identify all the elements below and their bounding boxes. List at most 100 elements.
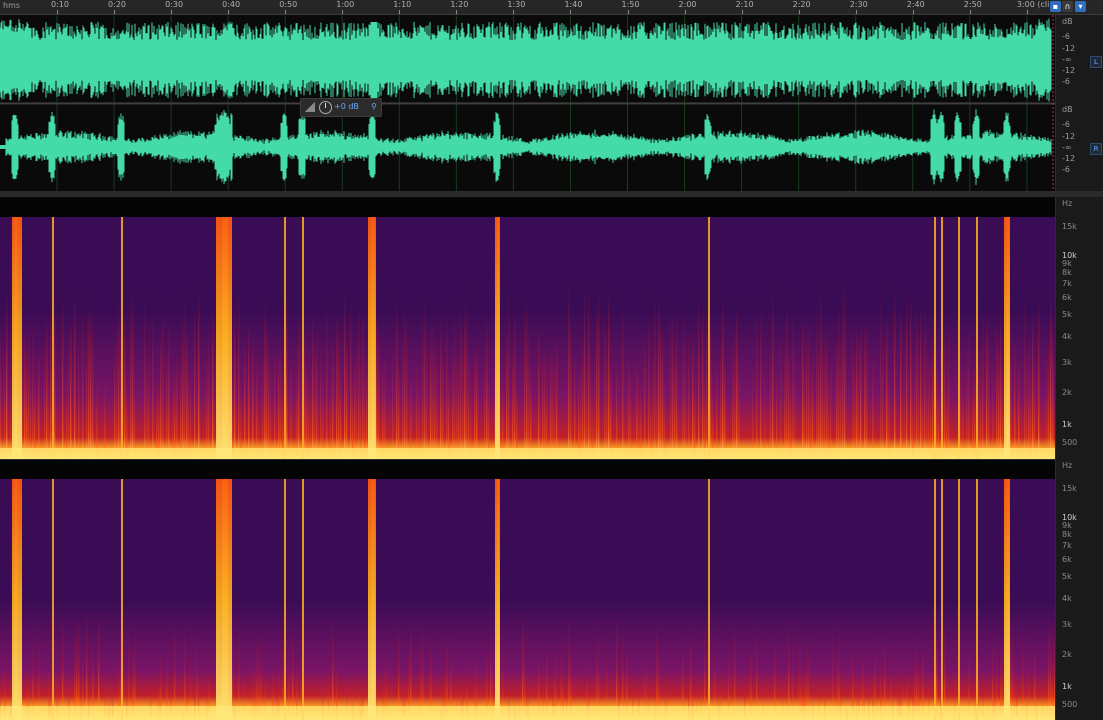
- spectrogram-streak: [350, 299, 352, 462]
- headphones-icon[interactable]: ∩: [1062, 1, 1073, 12]
- spectrogram-streak: [286, 296, 288, 462]
- spectrogram-streak: [326, 300, 328, 462]
- spectrogram-streak: [522, 609, 524, 720]
- spectrogram-right-channel[interactable]: [0, 479, 1055, 720]
- spectrogram-streak: [118, 298, 120, 462]
- spectrogram-streak: [406, 318, 408, 462]
- hz-label: 5k: [1062, 572, 1072, 581]
- spectrogram-streak: [376, 311, 378, 462]
- spectrogram-streak: [176, 350, 178, 462]
- spectrogram-streak: [28, 321, 30, 462]
- hz-label: 4k: [1062, 594, 1072, 603]
- hz-label: 7k: [1062, 279, 1072, 288]
- spectrogram-streak: [978, 343, 980, 462]
- volume-bars-icon: [305, 102, 315, 112]
- db-label: -12: [1062, 66, 1076, 75]
- gain-knob[interactable]: [319, 101, 332, 114]
- marker-icon[interactable]: ▾: [1075, 1, 1086, 12]
- channel-badge-right[interactable]: R: [1090, 143, 1102, 155]
- db-label: -6: [1062, 77, 1070, 86]
- ruler-tick-label: 1:40: [564, 0, 583, 9]
- spectrogram-streak: [194, 303, 196, 462]
- spectrogram-streak: [268, 334, 270, 462]
- loop-icon[interactable]: ▪: [1050, 1, 1061, 12]
- ruler-tick-label: 2:10: [735, 0, 754, 9]
- spectrogram-streak: [1024, 285, 1026, 462]
- hz-label: 1k: [1062, 420, 1072, 429]
- spectrogram-streak: [682, 330, 684, 462]
- spectrogram-streak: [830, 352, 832, 462]
- spectrogram-streak: [238, 616, 240, 720]
- spectrogram-streak: [882, 323, 884, 462]
- hz-unit-label: Hz: [1062, 461, 1073, 470]
- spectrogram-streak: [86, 609, 88, 720]
- spectrogram-burst: [1004, 217, 1010, 462]
- ruler-tick-mark: [798, 10, 800, 14]
- spectrogram-streak: [32, 322, 34, 462]
- ruler-tick-mark: [741, 10, 743, 14]
- ruler-tick-label: 2:40: [906, 0, 925, 9]
- spectrogram-streak: [910, 291, 912, 462]
- spectrogram-streak: [1000, 311, 1002, 462]
- spectrogram-streak: [826, 326, 828, 462]
- spectrogram-streak: [396, 293, 398, 462]
- spectrogram-streak: [858, 333, 860, 462]
- channel-badge-left[interactable]: L: [1090, 56, 1102, 68]
- hz-label: 9k: [1062, 521, 1072, 530]
- ruler-tick-label: 0:10: [51, 0, 69, 9]
- spectrogram-streak: [716, 355, 718, 462]
- waveform-panel[interactable]: [0, 15, 1055, 191]
- spectrogram-streak: [440, 321, 442, 462]
- spectrogram-streak: [212, 307, 214, 462]
- spectrogram-streak: [174, 368, 176, 462]
- spectrogram-streak: [924, 300, 926, 462]
- gain-hud[interactable]: +0 dB ⚲: [300, 98, 382, 117]
- spectrogram-streak: [674, 346, 676, 462]
- spectrogram-transient: [52, 217, 54, 462]
- spectrogram-streak: [502, 621, 504, 720]
- spectrogram-streak: [960, 336, 962, 462]
- spectrogram-streak: [244, 339, 246, 462]
- spectrogram-streak: [132, 287, 134, 462]
- db-label: -12: [1062, 154, 1076, 163]
- spectrogram-streak: [1048, 343, 1050, 462]
- spectrogram-streak: [798, 624, 800, 720]
- hz-label: 7k: [1062, 541, 1072, 550]
- hz-label: 9k: [1062, 259, 1072, 268]
- spectrogram-streak: [6, 285, 8, 462]
- spectrogram-streak: [538, 323, 540, 462]
- ruler-tick-label: 1:00: [336, 0, 355, 9]
- spectrogram-streak: [886, 315, 888, 462]
- spectrogram-streak: [398, 361, 400, 462]
- spectrogram-streak: [366, 354, 368, 462]
- spectrogram-left-channel[interactable]: [0, 217, 1055, 462]
- timeline-ruler[interactable]: hms 0:10 0:20 0:30 0:40 0:50 1:00 1:10 1:20 1:30…: [0, 0, 1103, 15]
- spectrogram-streak: [928, 351, 930, 462]
- spectrogram-streak: [92, 310, 94, 462]
- spectrogram-streak: [530, 363, 532, 462]
- spectrogram-streak: [474, 350, 476, 462]
- spectrogram-burst: [216, 217, 232, 462]
- ruler-tick-mark: [855, 10, 857, 14]
- spectrogram-streak: [1026, 345, 1028, 462]
- hz-label: 4k: [1062, 332, 1072, 341]
- db-label: -12: [1062, 44, 1076, 53]
- ruler-tick-label: 1:30: [507, 0, 526, 9]
- spectrogram-streak: [864, 320, 866, 462]
- spectrogram-streak: [542, 343, 544, 462]
- spectrogram-burst: [1004, 479, 1010, 720]
- spectrogram-streak: [996, 318, 998, 462]
- pin-icon[interactable]: ⚲: [371, 102, 377, 111]
- spectrogram-streak: [484, 350, 486, 462]
- spectrogram-transient: [284, 479, 286, 720]
- spectrogram-streak: [854, 352, 856, 462]
- spectrogram-streak: [832, 612, 834, 720]
- spectrogram-streak: [820, 284, 822, 462]
- spectrogram-streak: [1032, 306, 1034, 462]
- spectrogram-streak: [524, 294, 526, 462]
- spectrogram-streak: [756, 624, 758, 720]
- spectrogram-streak: [608, 289, 610, 462]
- spectrogram-streak: [654, 286, 656, 462]
- spectrogram-streak: [788, 346, 790, 462]
- spectrogram-streak: [552, 344, 554, 462]
